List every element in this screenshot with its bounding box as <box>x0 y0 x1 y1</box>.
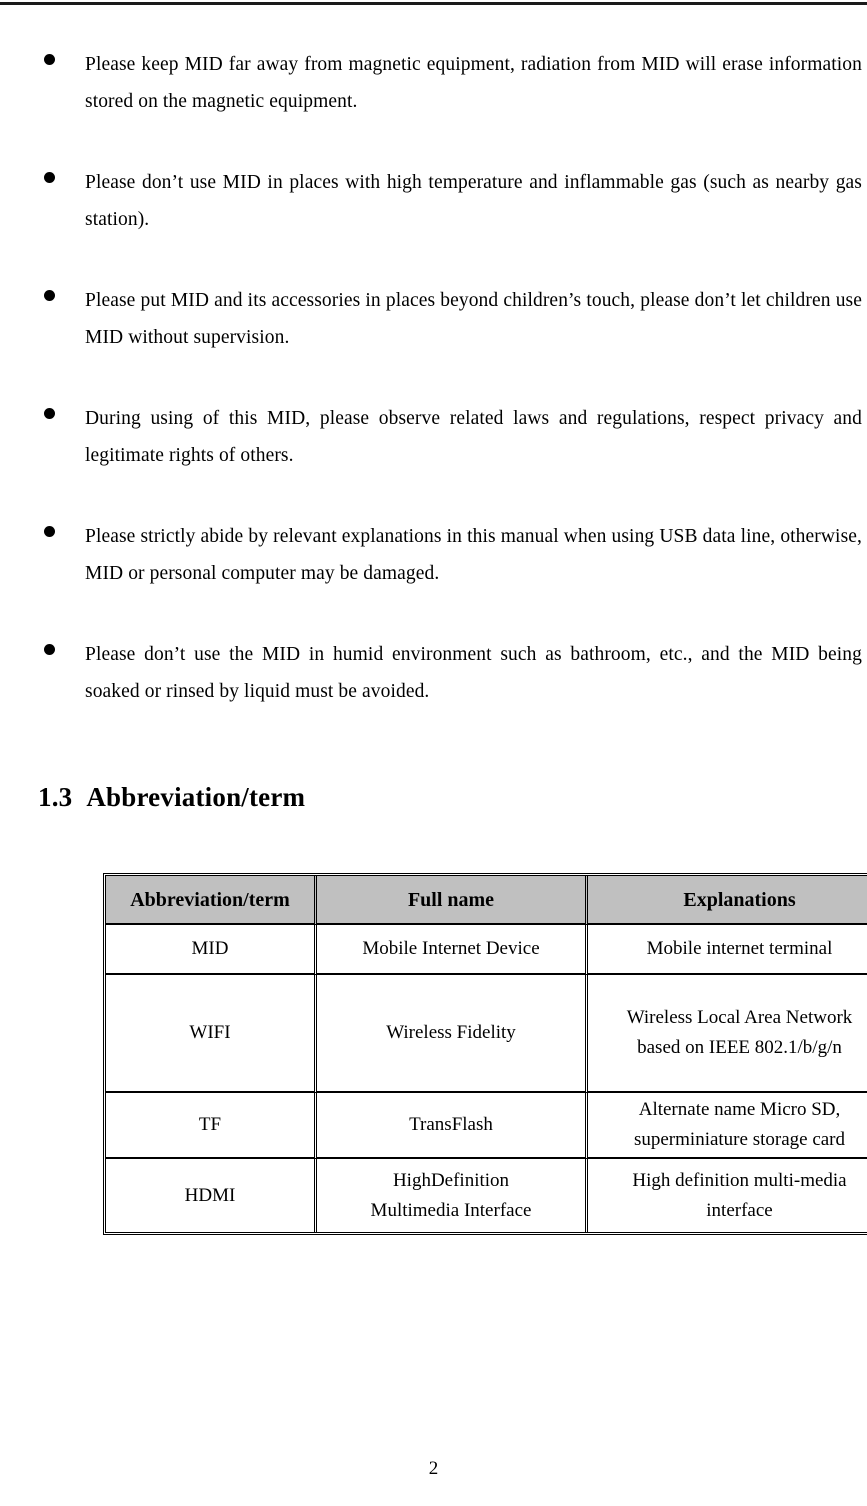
abbreviation-table-container: Abbreviation/term Full name Explanations… <box>103 873 867 1235</box>
table-row: MID Mobile Internet Device Mobile intern… <box>106 925 867 975</box>
cell-full-name-line2: Multimedia Interface <box>370 1199 532 1221</box>
table-row: WIFI Wireless Fidelity Wireless Local Ar… <box>106 975 867 1093</box>
cell-explanation-line1: High definition multi-media <box>632 1169 847 1191</box>
abbreviation-table: Abbreviation/term Full name Explanations… <box>103 873 867 1235</box>
cell-full-name: TransFlash <box>317 1093 588 1159</box>
cell-explanation: High definition multi-media interface <box>588 1159 867 1232</box>
section-title: Abbreviation/term <box>86 782 306 812</box>
list-item-text: Please don’t use MID in places with high… <box>85 172 862 230</box>
cell-explanation-line2: based on IEEE 802.1/b/g/n <box>637 1037 842 1058</box>
section-heading: 1.3 Abbreviation/term <box>38 782 305 813</box>
list-item-text: During using of this MID, please observe… <box>85 408 862 466</box>
cell-explanation: Alternate name Micro SD, superminiature … <box>588 1093 867 1159</box>
cell-abbreviation: HDMI <box>106 1159 317 1232</box>
list-item-text: Please keep MID far away from magnetic e… <box>85 54 862 112</box>
column-header-explanations: Explanations <box>588 876 867 925</box>
cell-full-name: HighDefinition Multimedia Interface <box>317 1159 588 1232</box>
page-header-rule <box>0 2 867 5</box>
list-item: Please don’t use MID in places with high… <box>0 164 867 238</box>
table-row: HDMI HighDefinition Multimedia Interface… <box>106 1159 867 1232</box>
list-item: Please keep MID far away from magnetic e… <box>0 46 867 120</box>
round-bullet-icon <box>44 408 55 419</box>
cell-full-name: Wireless Fidelity <box>317 975 588 1093</box>
list-item: During using of this MID, please observe… <box>0 400 867 474</box>
table-row: TF TransFlash Alternate name Micro SD, s… <box>106 1093 867 1159</box>
column-header-full-name: Full name <box>317 876 588 925</box>
list-item: Please don’t use the MID in humid enviro… <box>0 636 867 710</box>
list-item: Please put MID and its accessories in pl… <box>0 282 867 356</box>
round-bullet-icon <box>44 172 55 183</box>
cell-explanation-line2: interface <box>706 1199 773 1221</box>
list-item-text: Please don’t use the MID in humid enviro… <box>85 644 862 702</box>
list-item-text: Please strictly abide by relevant explan… <box>85 526 862 584</box>
cell-abbreviation: MID <box>106 925 317 975</box>
table-header-row: Abbreviation/term Full name Explanations <box>106 876 867 925</box>
cell-abbreviation: TF <box>106 1093 317 1159</box>
cell-explanation: Mobile internet terminal <box>588 925 867 975</box>
column-header-abbreviation: Abbreviation/term <box>106 876 317 925</box>
cell-explanation: Wireless Local Area Network based on IEE… <box>588 975 867 1093</box>
list-item: Please strictly abide by relevant explan… <box>0 518 867 592</box>
cell-full-name: Mobile Internet Device <box>317 925 588 975</box>
safety-notes-list: Please keep MID far away from magnetic e… <box>0 46 867 754</box>
cell-abbreviation: WIFI <box>106 975 317 1093</box>
list-item-text: Please put MID and its accessories in pl… <box>85 290 862 348</box>
cell-explanation-line1: Wireless Local Area Network <box>626 1007 853 1028</box>
round-bullet-icon <box>44 526 55 537</box>
cell-explanation-line1: Mobile internet terminal <box>646 938 833 959</box>
cell-explanation-line2: superminiature storage card <box>633 1129 846 1150</box>
cell-full-name-line1: HighDefinition <box>392 1169 510 1191</box>
cell-explanation-line1: Alternate name Micro SD, <box>638 1099 841 1120</box>
round-bullet-icon <box>44 290 55 301</box>
round-bullet-icon <box>44 54 55 65</box>
round-bullet-icon <box>44 644 55 655</box>
section-number: 1.3 <box>38 782 73 812</box>
page-number: 2 <box>428 1458 439 1479</box>
